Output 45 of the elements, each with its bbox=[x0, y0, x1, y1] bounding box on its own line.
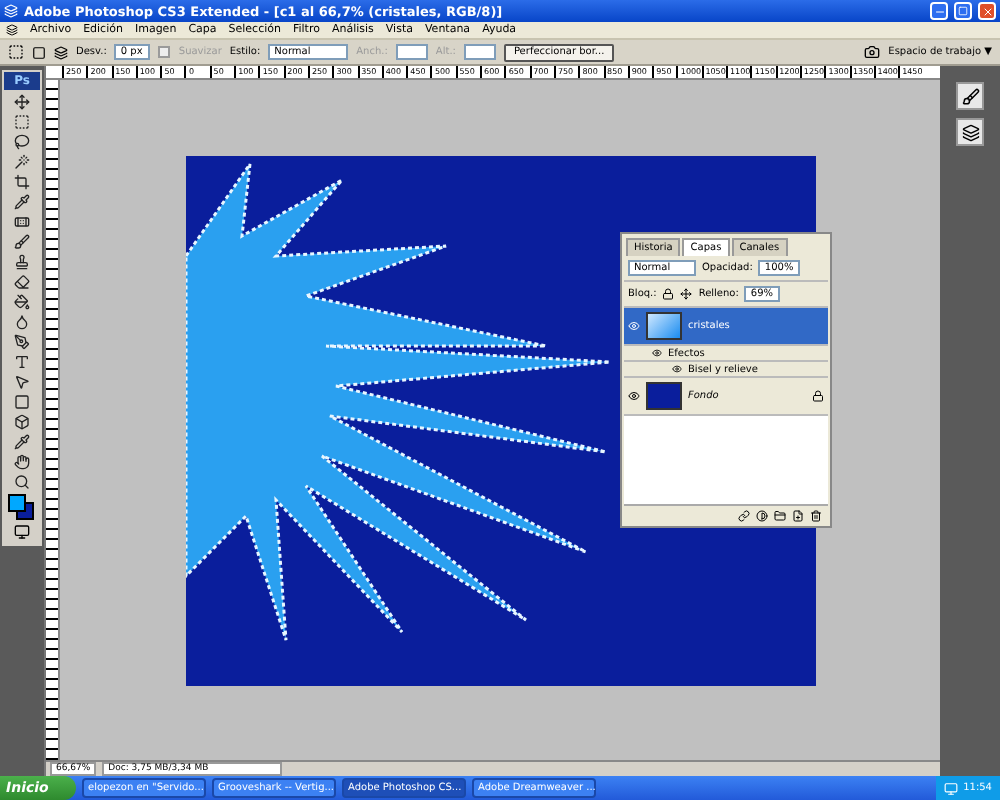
bandage-icon[interactable] bbox=[14, 214, 30, 230]
brush-icon[interactable] bbox=[14, 234, 30, 250]
hand-icon[interactable] bbox=[14, 454, 30, 470]
marquee-icon[interactable] bbox=[8, 44, 24, 60]
lock-icon bbox=[812, 390, 824, 402]
marquee-icon[interactable] bbox=[14, 114, 30, 130]
stamp-icon[interactable] bbox=[14, 254, 30, 270]
maximize-button[interactable] bbox=[954, 2, 972, 20]
cube-icon[interactable] bbox=[14, 414, 30, 430]
color-swatches-icon[interactable] bbox=[8, 494, 36, 520]
camera-icon[interactable] bbox=[864, 44, 881, 60]
adjustment-icon[interactable] bbox=[756, 509, 768, 521]
link-icon[interactable] bbox=[738, 509, 750, 521]
minimize-icon bbox=[933, 5, 945, 17]
lock-icon[interactable] bbox=[662, 288, 675, 300]
move-icon[interactable] bbox=[680, 288, 693, 300]
eyedropper-icon[interactable] bbox=[14, 194, 30, 210]
droplet-icon[interactable] bbox=[14, 314, 30, 330]
eyedropper-icon[interactable] bbox=[14, 434, 30, 450]
pointer-icon[interactable] bbox=[14, 374, 30, 390]
move-icon[interactable] bbox=[14, 94, 30, 110]
lasso-icon[interactable] bbox=[14, 134, 30, 150]
screen-mode-icon[interactable] bbox=[14, 524, 30, 540]
pen-icon[interactable] bbox=[14, 334, 30, 350]
folder-icon[interactable] bbox=[774, 509, 786, 521]
wand-icon[interactable] bbox=[14, 154, 30, 170]
maximize-icon bbox=[958, 6, 968, 16]
panel-button[interactable] bbox=[956, 118, 984, 146]
close-button[interactable] bbox=[978, 2, 996, 20]
type-icon[interactable] bbox=[14, 354, 30, 370]
crop-icon[interactable] bbox=[14, 174, 30, 190]
eye-icon[interactable] bbox=[652, 348, 662, 358]
eraser-icon[interactable] bbox=[14, 274, 30, 290]
minimize-button[interactable] bbox=[930, 2, 948, 20]
height-field[interactable] bbox=[463, 44, 496, 60]
close-icon bbox=[981, 5, 993, 17]
rectangle-icon[interactable] bbox=[14, 394, 30, 410]
zoom-icon[interactable] bbox=[14, 474, 30, 490]
brushes-button[interactable] bbox=[956, 82, 984, 110]
new-layer-icon[interactable] bbox=[792, 509, 804, 521]
trash-icon[interactable] bbox=[810, 509, 822, 521]
paint-bucket-icon[interactable] bbox=[14, 294, 30, 310]
eye-icon[interactable] bbox=[628, 390, 640, 402]
eye-icon[interactable] bbox=[672, 364, 682, 374]
width-field[interactable] bbox=[395, 44, 428, 60]
